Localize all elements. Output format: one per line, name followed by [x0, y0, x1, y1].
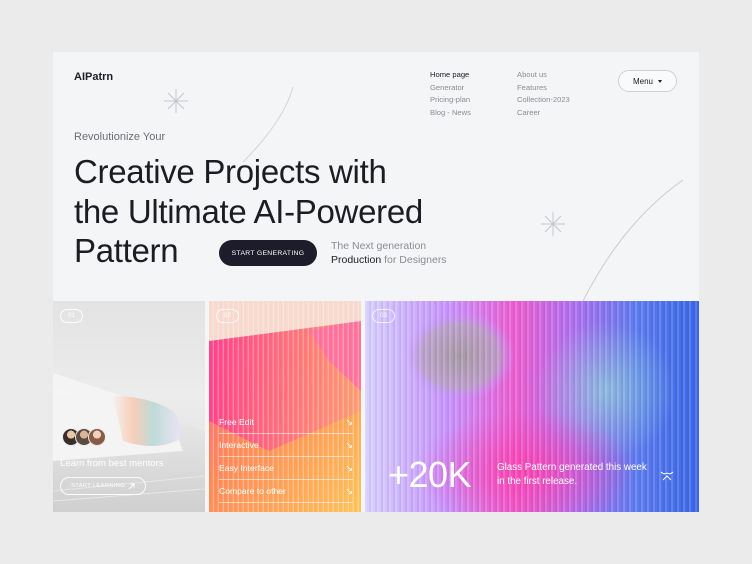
start-generating-button[interactable]: START GENERATING	[219, 240, 317, 266]
hero-subline: The Next generation Production for Desig…	[331, 240, 447, 267]
stats-card: 03 +20K Glass Pattern generated this wee…	[365, 301, 699, 512]
feature-item-easy-interface[interactable]: Easy Interface ↘	[219, 457, 353, 480]
start-learning-label: START LEARNING	[71, 483, 125, 489]
mentors-card[interactable]: 01 Learn from best mentors START LEARNIN…	[53, 301, 205, 512]
nav-link-collection[interactable]: Collection-2023	[517, 95, 570, 106]
feature-label: Compare to other	[219, 486, 286, 496]
feature-label: Free Edit	[219, 417, 254, 427]
nav-link-pricing[interactable]: Pricing-plan	[430, 95, 471, 106]
arrow-down-right-icon: ↘	[345, 439, 353, 450]
avatar	[88, 428, 106, 446]
start-learning-button[interactable]: START LEARNING	[60, 477, 146, 495]
headline-line-2: the Ultimate AI-Powered	[74, 192, 423, 230]
bird-icon	[660, 471, 674, 481]
card-number-badge: 01	[60, 309, 83, 323]
feature-label: Easy Interface	[219, 463, 274, 473]
nav-link-blog[interactable]: Blog - News	[430, 108, 471, 119]
mentors-title: Learn from best mentors	[60, 458, 164, 469]
nav-link-features[interactable]: Features	[517, 83, 570, 94]
hero-section: AIPatrn Home page Generator Pricing-plan…	[53, 52, 699, 301]
stat-description: Glass Pattern generated this week in the…	[497, 462, 647, 487]
nav-column-primary: Home page Generator Pricing-plan Blog - …	[430, 70, 471, 118]
arrow-up-right-icon	[128, 483, 135, 489]
sparkle-icon	[541, 212, 565, 236]
page-frame: AIPatrn Home page Generator Pricing-plan…	[53, 52, 699, 512]
subline-line-1: The Next generation	[331, 240, 427, 252]
hero-kicker: Revolutionize Your	[74, 131, 166, 143]
caret-down-icon	[658, 79, 662, 83]
nav-link-home[interactable]: Home page	[430, 70, 471, 81]
subline-rest: for Designers	[381, 253, 447, 266]
card-number-badge: 02	[216, 309, 239, 323]
arrow-down-right-icon: ↘	[345, 416, 353, 427]
card-number-badge: 03	[372, 309, 395, 323]
menu-button[interactable]: Menu	[618, 70, 677, 92]
headline-line-3: Pattern	[74, 232, 179, 269]
sparkle-icon	[164, 89, 188, 113]
feature-label: Interactive	[219, 440, 259, 450]
arrow-down-right-icon: ↘	[345, 462, 353, 473]
stat-value: +20K	[388, 454, 472, 495]
nav-link-career[interactable]: Career	[517, 108, 570, 119]
features-card: 02 Free Edit ↘ Interactive ↘ Easy Interf…	[209, 301, 361, 512]
nav-link-about[interactable]: About us	[517, 70, 570, 81]
subline-strong: Production	[331, 253, 382, 266]
feature-list: Free Edit ↘ Interactive ↘ Easy Interface…	[219, 411, 353, 503]
nav-column-secondary: About us Features Collection-2023 Career	[517, 70, 570, 118]
feature-item-compare[interactable]: Compare to other ↘	[219, 480, 353, 503]
feature-item-free-edit[interactable]: Free Edit ↘	[219, 411, 353, 434]
nav-link-generator[interactable]: Generator	[430, 83, 471, 94]
arrow-down-right-icon: ↘	[345, 485, 353, 496]
menu-button-label: Menu	[632, 76, 653, 86]
brand-logo[interactable]: AIPatrn	[74, 71, 113, 83]
mentor-avatars	[62, 428, 106, 446]
feature-item-interactive[interactable]: Interactive ↘	[219, 434, 353, 457]
headline-line-1: Creative Projects with	[74, 153, 387, 190]
